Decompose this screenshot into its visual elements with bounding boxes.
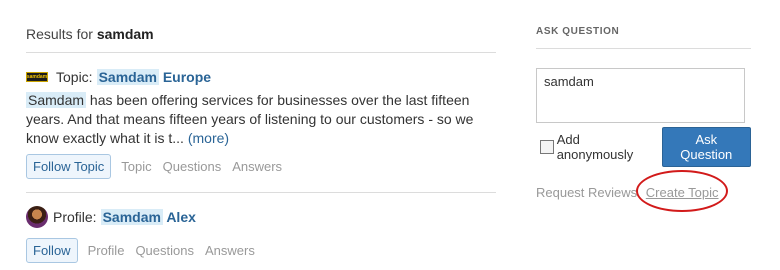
topic-logo: samdam — [26, 72, 48, 82]
topic-description: Samdam has been offering services for bu… — [26, 91, 496, 148]
sidebar-footer: Request Reviews Create Topic — [536, 170, 751, 212]
question-value: samdam — [544, 74, 594, 89]
ask-question-button[interactable]: Ask Question — [661, 127, 751, 167]
name-rest: Alex — [166, 209, 196, 225]
questions-link[interactable]: Questions — [163, 159, 222, 174]
result-kind: Topic: — [56, 69, 93, 85]
desc-text: has been offering services for businesse… — [26, 92, 474, 146]
more-link[interactable]: (more) — [188, 130, 229, 146]
profile-link[interactable]: Profile — [88, 243, 125, 258]
topic-link[interactable]: Topic — [121, 159, 151, 174]
ask-question-panel: ASK QUESTION samdam Add anonymously Ask … — [536, 26, 751, 212]
name-highlight: Samdam — [96, 69, 159, 85]
profile-name-link[interactable]: Samdam Alex — [100, 209, 196, 225]
name-rest: Europe — [162, 69, 212, 85]
results-prefix: Results for — [26, 26, 93, 42]
answers-link[interactable]: Answers — [232, 159, 282, 174]
follow-topic-button[interactable]: Follow Topic — [26, 154, 112, 179]
answers-link[interactable]: Answers — [205, 243, 255, 258]
request-reviews-link[interactable]: Request Reviews — [536, 185, 637, 200]
search-results: Results for samdam samdam Topic: Samdam … — [26, 26, 496, 263]
annotation-circle — [636, 170, 728, 212]
topic-name-link[interactable]: Samdam Europe — [96, 69, 212, 85]
question-textarea[interactable]: samdam — [536, 68, 745, 123]
follow-button[interactable]: Follow — [26, 238, 78, 263]
ask-question-title: ASK QUESTION — [536, 26, 751, 49]
results-query: samdam — [96, 26, 154, 42]
avatar — [26, 206, 48, 228]
anonymous-checkbox[interactable] — [540, 140, 554, 154]
anonymous-label: Add anonymously — [556, 132, 634, 162]
result-kind: Profile: — [53, 209, 97, 225]
desc-highlight: Samdam — [26, 92, 87, 108]
questions-link[interactable]: Questions — [135, 243, 194, 258]
name-highlight: Samdam — [100, 209, 163, 225]
result-topic: samdam Topic: Samdam Europe Samdam has b… — [26, 53, 496, 193]
result-profile: Profile: Samdam Alex Follow Profile Ques… — [26, 193, 496, 263]
results-heading: Results for samdam — [26, 26, 496, 53]
